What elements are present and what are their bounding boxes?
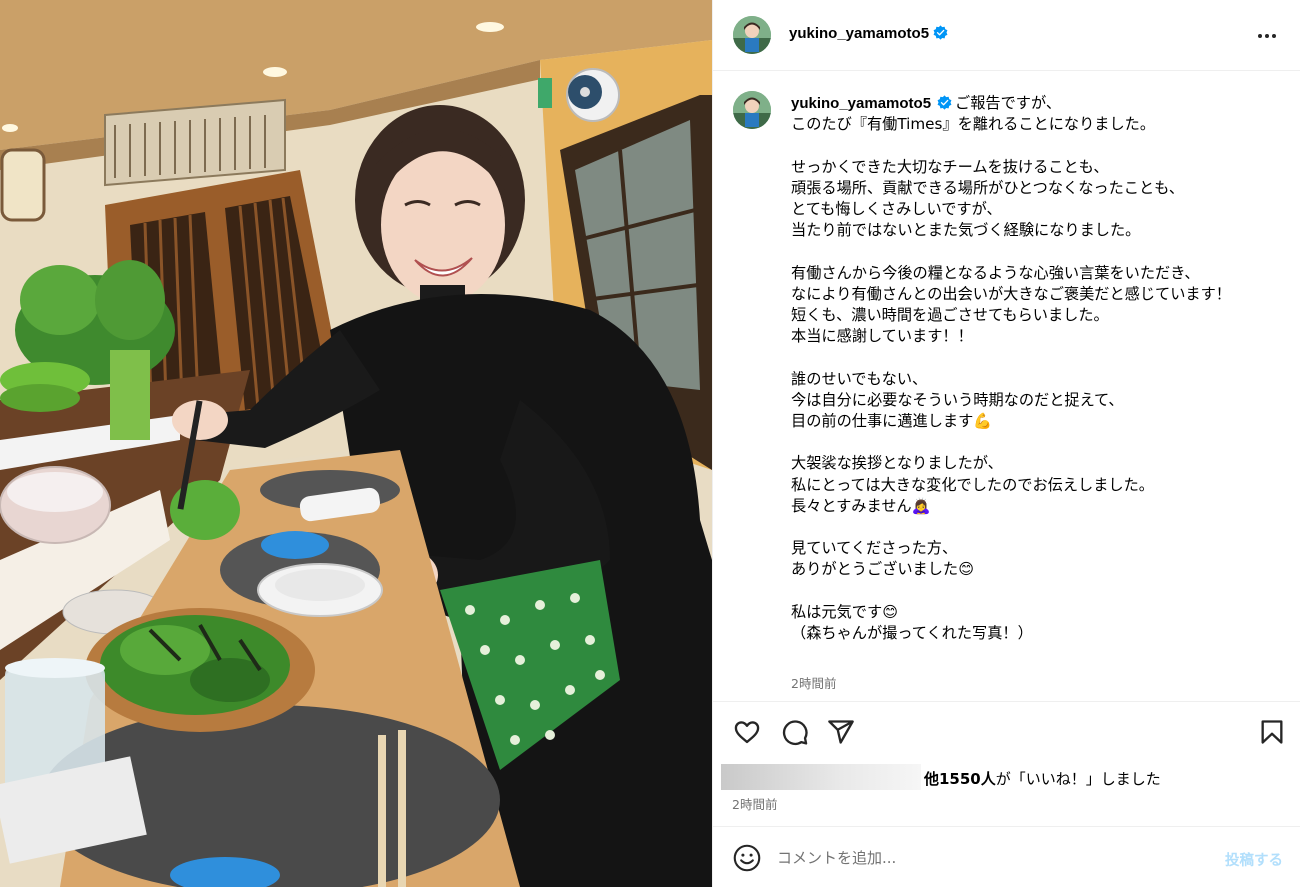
likes-summary: 他1550人が「いいね！」しました <box>721 764 1281 790</box>
verified-badge-icon <box>937 95 952 110</box>
post-timestamp[interactable]: 2時間前 <box>732 794 777 813</box>
caption-section: yukino_yamamoto5 ご報告ですが、 このたび『有働Times』を離れ… <box>713 71 1300 701</box>
restaurant-photo-illustration <box>0 0 712 887</box>
post-detail-panel: yukino_yamamoto5 yukino_yamamoto5 ご報告ですが、… <box>712 0 1300 887</box>
emoji-icon[interactable] <box>733 844 761 872</box>
caption-text: ご報告ですが、 このたび『有働Times』を離れることになりました。 せっかくで… <box>791 94 1231 643</box>
post-header: yukino_yamamoto5 <box>713 0 1300 71</box>
caption-timestamp[interactable]: 2時間前 <box>791 673 836 692</box>
likes-text: 他1550人が「いいね！」しました <box>924 768 1161 789</box>
caption-avatar[interactable] <box>733 91 771 129</box>
comment-bar: 投稿する <box>713 826 1300 887</box>
post-photo[interactable] <box>0 0 712 887</box>
post-caption: yukino_yamamoto5 ご報告ですが、 このたび『有働Times』を離れ… <box>791 93 1251 644</box>
avatar-image <box>733 91 771 129</box>
likes-count-link[interactable]: 他1550人 <box>924 770 996 788</box>
share-icon[interactable] <box>827 718 855 746</box>
liked-by-blurred <box>721 764 921 790</box>
header-username-row: yukino_yamamoto5 <box>789 25 948 42</box>
action-bar <box>713 701 1300 761</box>
caption-username-link[interactable]: yukino_yamamoto5 <box>791 95 931 112</box>
avatar-image <box>733 16 771 54</box>
post-comment-button[interactable]: 投稿する <box>1225 849 1283 870</box>
comment-icon[interactable] <box>781 718 809 746</box>
username-link[interactable]: yukino_yamamoto5 <box>789 25 929 42</box>
comment-input[interactable] <box>777 845 1197 871</box>
bookmark-icon[interactable] <box>1258 718 1286 746</box>
more-horizontal-icon[interactable] <box>1255 24 1279 48</box>
heart-icon[interactable] <box>733 718 761 746</box>
verified-badge-icon <box>933 25 948 40</box>
avatar[interactable] <box>733 16 771 54</box>
likes-suffix: が「いいね！」しました <box>995 770 1161 788</box>
